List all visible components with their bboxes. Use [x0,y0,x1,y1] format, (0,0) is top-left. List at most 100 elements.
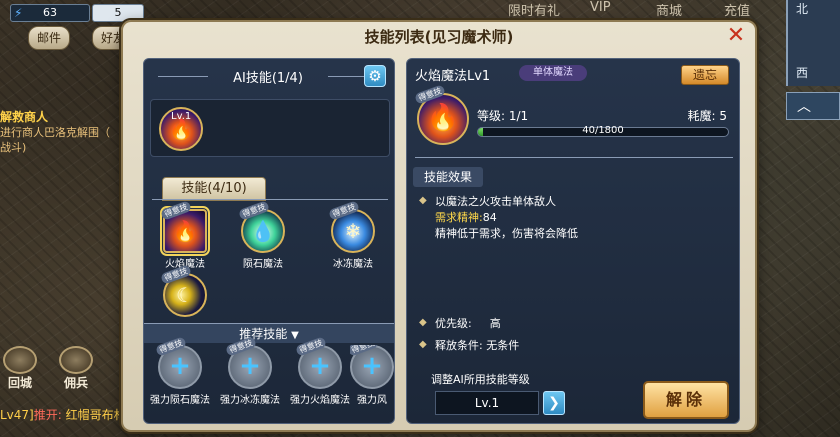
diamond-icon: ◆ [419,317,427,328]
recharge-link[interactable]: 充值 [724,0,750,19]
mercenary-label: 佣兵 [63,376,88,390]
skill-list-dialog: 技能列表(见习魔术师) ✕ AI技能(1/4) ⚙ 🔥 Lv.1 技能(4/10… [121,20,757,432]
skill-fire-magic[interactable]: 得意技 🔥 火焰魔法 [150,200,220,270]
droplet-icon: 💧 [250,219,276,243]
mercenary-icon [59,346,93,374]
return-city-icon [3,346,37,374]
gear-icon: ⚙ [368,67,382,85]
skill-label: 冰冻魔法 [333,259,373,270]
chat-text: 红帽哥布林 [65,408,126,422]
plus-icon: + [361,351,383,381]
skill-effect-header: 技能效果 [413,167,483,187]
recommend-skill-2[interactable]: 得意技 + 强力冰冻魔法 [216,336,284,406]
return-city-button[interactable]: 回城 [0,346,40,391]
priority: 优先级: 高 [435,315,501,331]
effect-description: 以魔法之火攻击单体敌人 [435,195,556,208]
tab-divider [152,199,388,200]
forget-button[interactable]: 遗忘 [681,65,729,85]
level-value: 5 [114,6,122,19]
quest-title: 解救商人 [0,110,49,124]
priority-label: 优先级: [435,317,472,330]
ice-magic-icon: 得意技 ❄ [328,200,375,253]
mercenary-button[interactable]: 佣兵 [56,346,96,391]
power-value: 63 [43,6,57,19]
side-toggle-button[interactable]: ︿ [786,92,840,120]
skill-ice-magic[interactable]: 得意技 ❄ 冰冻魔法 [318,200,388,270]
quest-desc-line2: 战斗) [0,141,27,154]
fire-icon: 🔥 [172,219,198,243]
recommend-label: 强力火焰魔法 [290,395,350,406]
fire-icon: 🔥 [426,103,460,133]
moon-icon: ☾ [176,283,194,307]
top-hud: ⚡ 63 5 限时有礼 VIP 商城 充值 [0,0,840,22]
adjust-ai-level-label: 调整AI所用技能等级 [431,373,530,386]
detail-divider [415,157,733,158]
plus-icon: + [169,351,191,381]
chat-line[interactable]: Lv47]推开: 红帽哥布林 [0,406,126,423]
recommend-skill-3[interactable]: 得意技 + 强力火焰魔法 [286,336,354,406]
ice-icon: ❄ [344,219,362,243]
skill-name: 火焰魔法Lv1 [415,69,491,84]
minimap-west: 西 [796,66,809,80]
fire-magic-icon: 得意技 🔥 [160,200,210,256]
quest-tracker[interactable]: 解救商人 进行商人巴洛克解围（ 战斗) [0,108,120,155]
recommend-label: 强力冰冻魔法 [220,395,280,406]
ai-slot-fire-skill[interactable]: 🔥 Lv.1 [159,107,203,151]
signature-badge: 得意技 [238,200,270,221]
return-city-label: 回城 [7,376,32,390]
skill-list-pane: AI技能(1/4) ⚙ 🔥 Lv.1 技能(4/10) 得意技 🔥 火焰魔法 得… [143,58,395,424]
shop-link[interactable]: 商城 [656,0,682,19]
cast-condition: 释放条件: 无条件 [435,339,520,352]
minimap-north: 北 [796,2,809,16]
chevron-right-icon: ❯ [548,395,560,411]
chevron-up-icon: ︿ [797,99,811,115]
tab-skills[interactable]: 技能(4/10) [162,177,266,201]
mail-button[interactable]: 邮件 [28,26,71,50]
meteor-magic-icon: 得意技 💧 [238,200,285,253]
recommend-label: 强力陨石魔法 [150,395,210,406]
priority-value: 高 [489,317,501,330]
chat-prefix: Lv47] [0,408,34,422]
requirement-label: 需求精神: [435,211,483,224]
plus-icon: + [239,351,261,381]
ai-skill-slots: 🔥 Lv.1 [150,99,390,157]
remove-button[interactable]: 解除 [643,381,729,419]
add-skill-icon: 得意技 + [350,345,394,389]
level-next-button[interactable]: ❯ [543,391,565,415]
add-skill-icon: 得意技 + [295,336,342,389]
recommend-skill-4[interactable]: 得意技 + 强力风 [350,345,394,406]
effect-note: 精神低于需求，伤害将会降低 [435,227,578,240]
skill-moon-magic[interactable]: 得意技 ☾ [150,264,220,317]
selected-skill-icon: 得意技 🔥 [414,84,469,145]
skill-level: 等级: 1/1 [477,109,529,123]
requirement-value: 84 [482,211,497,224]
close-button[interactable]: ✕ [725,25,747,47]
recommend-skill-1[interactable]: 得意技 + 强力陨石魔法 [146,336,214,406]
ai-settings-button[interactable]: ⚙ [364,65,386,87]
skill-label: 陨石魔法 [243,259,283,270]
ai-skills-header: AI技能(1/4) [158,67,378,87]
lightning-icon: ⚡ [14,6,23,20]
mana-cost: 耗魔: 5 [687,109,728,123]
add-skill-icon: 得意技 + [225,336,272,389]
ai-slot-level: Lv.1 [171,111,192,122]
power-stat: ⚡ 63 [10,4,90,22]
signature-badge: 得意技 [414,84,446,105]
signature-badge: 得意技 [328,200,360,221]
minimap[interactable]: 北 西 [786,0,840,86]
effect-requirement: 需求精神:84 [435,209,497,225]
skill-meteor-magic[interactable]: 得意技 💧 陨石魔法 [228,200,298,270]
skill-type-badge: 单体魔法 [519,65,587,81]
recommend-label: 强力风 [357,395,387,406]
vip-link[interactable]: VIP [590,0,611,15]
quest-desc-line1: 进行商人巴洛克解围（ [0,126,110,139]
diamond-icon: ◆ [419,195,427,206]
limited-gift-link[interactable]: 限时有礼 [508,0,560,19]
skill-detail-pane: 火焰魔法Lv1 单体魔法 遗忘 得意技 🔥 等级: 1/1 耗魔: 5 40/1… [406,58,740,424]
triangle-down-icon: ▼ [291,330,299,341]
ai-level-select[interactable]: Lv.1 [435,391,539,415]
moon-magic-icon: 得意技 ☾ [160,264,207,317]
signature-badge: 得意技 [160,200,192,221]
plus-icon: + [309,351,331,381]
dialog-title: 技能列表(见习魔术师) [364,28,514,46]
